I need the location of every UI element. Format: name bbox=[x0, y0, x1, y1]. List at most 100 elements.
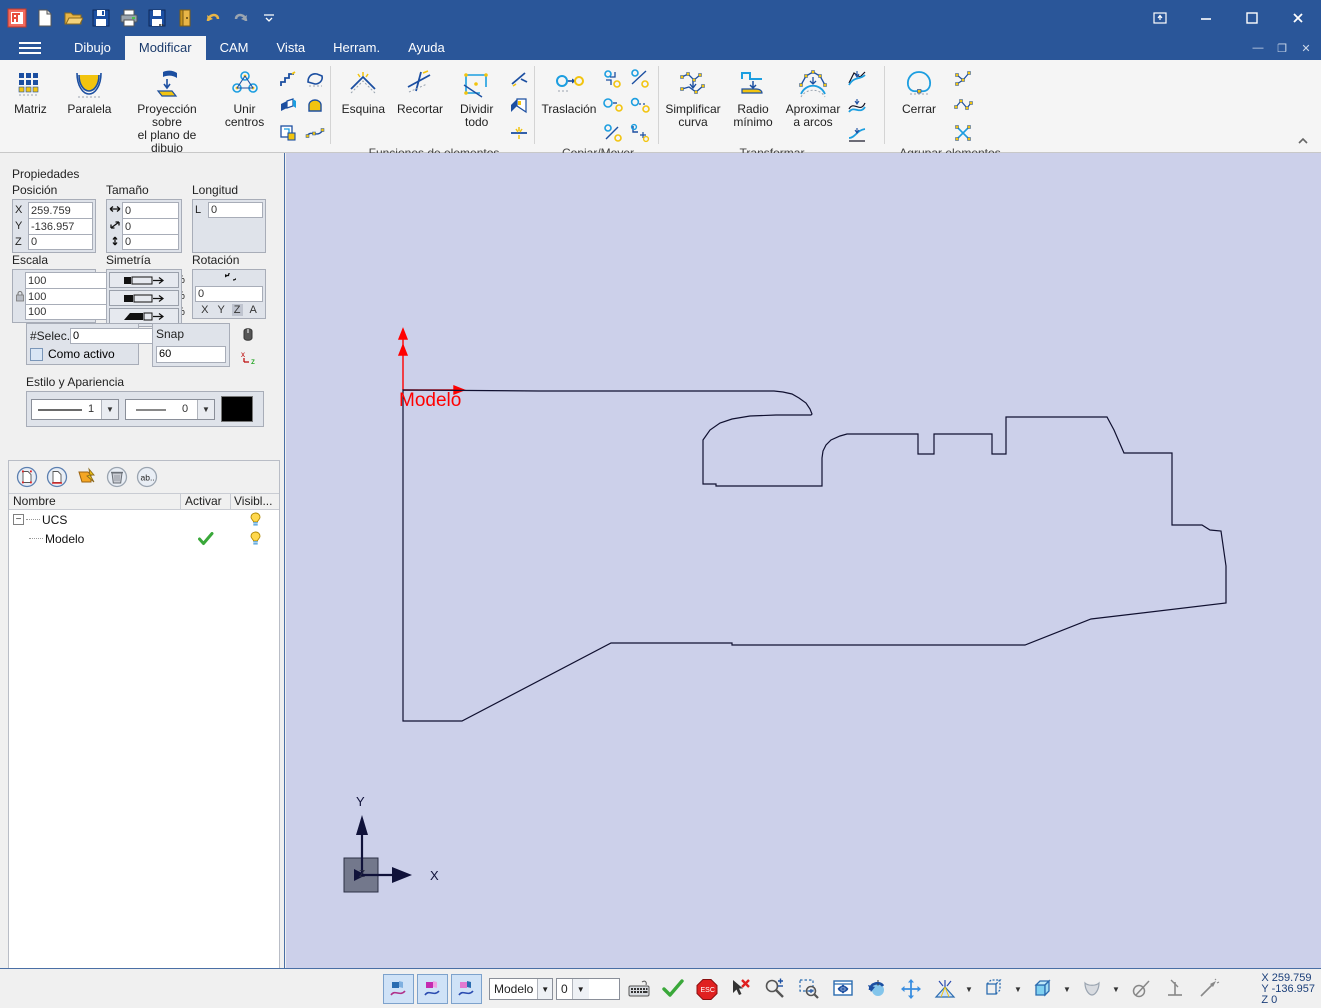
lock-icon[interactable] bbox=[15, 272, 25, 320]
lineweight-combo[interactable]: 0 ▼ bbox=[125, 399, 215, 420]
as-active-row[interactable]: Como activo bbox=[30, 347, 135, 361]
ribbon-button-recortar[interactable]: Recortar bbox=[393, 64, 448, 119]
render-view-icon[interactable] bbox=[1076, 974, 1107, 1004]
ribbon-button-mirror-move[interactable] bbox=[627, 66, 653, 92]
ribbon-button-flatten-curve[interactable] bbox=[844, 120, 870, 146]
app-logo-icon[interactable] bbox=[4, 5, 30, 31]
snap-point-icon[interactable] bbox=[1193, 974, 1224, 1004]
ribbon-button-fold-surface[interactable] bbox=[506, 93, 532, 119]
rotate-view-icon[interactable] bbox=[861, 974, 892, 1004]
active-check-icon[interactable] bbox=[181, 532, 231, 546]
ribbon-button-dividir-todo[interactable]: Dividir todo bbox=[449, 64, 504, 132]
tab-dibujo[interactable]: Dibujo bbox=[60, 36, 125, 60]
ribbon-button-move-to-point[interactable] bbox=[600, 66, 626, 92]
print-icon[interactable] bbox=[116, 5, 142, 31]
ribbon-button-closed-contour[interactable] bbox=[302, 93, 328, 119]
main-menu-icon[interactable] bbox=[14, 38, 46, 58]
length-input[interactable] bbox=[208, 202, 263, 218]
ribbon-collapse-icon[interactable] bbox=[1293, 132, 1313, 150]
maximize-window-icon[interactable] bbox=[1229, 0, 1275, 36]
ribbon-button-spline-points[interactable] bbox=[302, 120, 328, 146]
size-height-input[interactable] bbox=[122, 234, 179, 250]
zoom-fit-icon[interactable] bbox=[827, 974, 858, 1004]
position-y-input[interactable] bbox=[28, 218, 93, 234]
mouse-icon[interactable] bbox=[240, 325, 256, 348]
open-folder-icon[interactable] bbox=[60, 5, 86, 31]
qat-more-icon[interactable] bbox=[256, 5, 282, 31]
restore-window-icon[interactable] bbox=[1137, 0, 1183, 36]
perspective-dropdown-icon[interactable]: ▼ bbox=[963, 974, 975, 1004]
as-active-checkbox[interactable] bbox=[30, 348, 43, 361]
new-layer-icon[interactable] bbox=[15, 465, 39, 489]
tab-cam[interactable]: CAM bbox=[206, 36, 263, 60]
ribbon-button-align-move[interactable] bbox=[627, 120, 653, 146]
wireframe-view-icon[interactable] bbox=[978, 974, 1009, 1004]
ribbon-button-copy-offset[interactable] bbox=[600, 93, 626, 119]
ribbon-button-polyline-step[interactable] bbox=[275, 66, 301, 92]
ribbon-button-smooth-curve[interactable] bbox=[844, 93, 870, 119]
rotation-input[interactable] bbox=[195, 286, 263, 302]
tab-ayuda[interactable]: Ayuda bbox=[394, 36, 459, 60]
layer-visible-toggle[interactable] bbox=[383, 974, 414, 1004]
table-row[interactable]: − UCS bbox=[9, 510, 279, 529]
perspective-view-icon[interactable] bbox=[929, 974, 960, 1004]
zoom-window-icon[interactable] bbox=[793, 974, 824, 1004]
measure-circle-icon[interactable] bbox=[1125, 974, 1156, 1004]
ribbon-button-extend-line[interactable] bbox=[506, 66, 532, 92]
ribbon-button-group-merge[interactable] bbox=[950, 120, 976, 146]
ribbon-button-traslacion[interactable]: Traslación bbox=[540, 64, 598, 119]
ribbon-button-proyeccion[interactable]: Proyección sobre el plano de dibujo bbox=[120, 64, 214, 158]
visibility-bulb-icon[interactable] bbox=[231, 512, 279, 527]
color-swatch[interactable] bbox=[221, 396, 253, 422]
ribbon-button-unir-centros[interactable]: Unir centros bbox=[216, 64, 273, 132]
tab-modificar[interactable]: Modificar bbox=[125, 36, 206, 60]
rotation-axis-y[interactable]: Y bbox=[215, 304, 226, 316]
tab-herram[interactable]: Herram. bbox=[319, 36, 394, 60]
escape-stop-icon[interactable]: ESC bbox=[691, 974, 722, 1004]
rotation-axis-a[interactable]: A bbox=[248, 304, 259, 316]
exit-door-icon[interactable] bbox=[172, 5, 198, 31]
ribbon-button-radio-minimo[interactable]: Radio mínimo bbox=[724, 64, 782, 132]
delete-layer-icon[interactable] bbox=[105, 465, 129, 489]
tree-node-ucs[interactable]: − UCS bbox=[9, 513, 181, 527]
rotation-axis-z[interactable]: Z bbox=[232, 304, 243, 316]
ribbon-button-paralela[interactable]: Paralela bbox=[61, 64, 118, 119]
redo-icon[interactable] bbox=[228, 5, 254, 31]
layer-pink-toggle[interactable] bbox=[451, 974, 482, 1004]
size-diagonal-input[interactable] bbox=[122, 218, 179, 234]
level-combo[interactable]: 0 ▼ bbox=[556, 978, 620, 1000]
drawing-canvas[interactable]: Modelo Y X Z bbox=[286, 153, 1321, 968]
ribbon-button-split-point[interactable] bbox=[506, 120, 532, 146]
mdi-minimize-icon[interactable]: — bbox=[1247, 37, 1269, 59]
keyboard-input-icon[interactable] bbox=[623, 974, 654, 1004]
tree-node-modelo[interactable]: Modelo bbox=[9, 532, 181, 546]
ribbon-button-rounded-shape[interactable] bbox=[302, 66, 328, 92]
position-z-input[interactable] bbox=[28, 234, 93, 250]
save-as-icon[interactable] bbox=[144, 5, 170, 31]
deselect-cursor-icon[interactable] bbox=[725, 974, 756, 1004]
visibility-bulb-icon[interactable] bbox=[231, 531, 279, 546]
pan-view-icon[interactable] bbox=[895, 974, 926, 1004]
chevron-down-icon[interactable]: ▼ bbox=[197, 400, 214, 419]
ribbon-button-smooth-peak[interactable] bbox=[844, 66, 870, 92]
ribbon-button-extrude-surface[interactable] bbox=[275, 93, 301, 119]
axis-xz-icon[interactable]: x z bbox=[240, 349, 260, 372]
ribbon-button-cerrar[interactable]: Cerrar bbox=[890, 64, 948, 119]
mdi-restore-icon[interactable]: ❐ bbox=[1271, 37, 1293, 59]
rotation-axis-x[interactable]: X bbox=[199, 304, 210, 316]
new-sublayer-icon[interactable] bbox=[45, 465, 69, 489]
layer-combo[interactable]: Modelo ▼ bbox=[489, 978, 553, 1000]
ribbon-button-group-join[interactable] bbox=[950, 66, 976, 92]
ribbon-button-rotate-copy[interactable] bbox=[600, 120, 626, 146]
layer-properties-icon[interactable] bbox=[75, 465, 99, 489]
ribbon-button-group-split[interactable] bbox=[950, 93, 976, 119]
ribbon-button-aproximar-arcos[interactable]: Aproximar a arcos bbox=[784, 64, 842, 132]
shaded-dropdown-icon[interactable]: ▼ bbox=[1061, 974, 1073, 1004]
ribbon-button-copy-contour[interactable] bbox=[275, 120, 301, 146]
ribbon-button-simplificar-curva[interactable]: Simplificar curva bbox=[664, 64, 722, 132]
minimize-window-icon[interactable] bbox=[1183, 0, 1229, 36]
collapse-icon[interactable]: − bbox=[13, 514, 24, 525]
mirror-y-icon[interactable] bbox=[109, 290, 179, 306]
mirror-z-icon[interactable] bbox=[109, 308, 179, 324]
undo-icon[interactable] bbox=[200, 5, 226, 31]
